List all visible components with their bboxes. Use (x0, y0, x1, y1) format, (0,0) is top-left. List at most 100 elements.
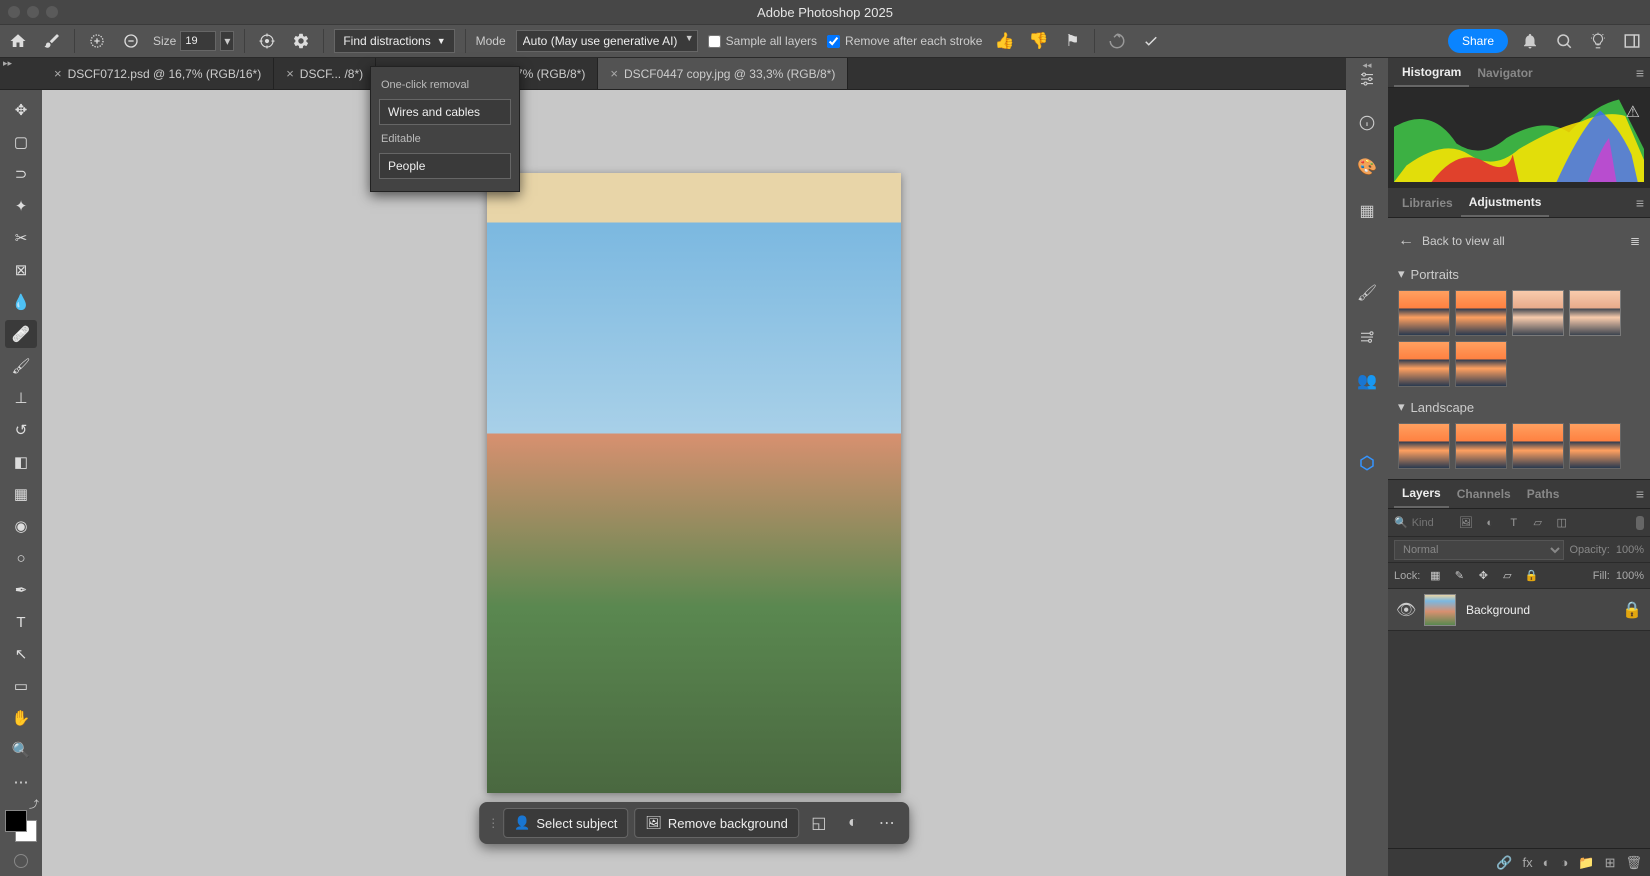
people-option[interactable]: People (379, 153, 511, 179)
crop-tool[interactable]: ✂ (5, 224, 37, 252)
home-icon[interactable] (6, 29, 30, 53)
lightbulb-icon[interactable] (1586, 29, 1610, 53)
document-canvas[interactable] (487, 173, 901, 793)
filter-toggle[interactable] (1636, 516, 1644, 530)
move-tool[interactable]: ✥ (5, 96, 37, 124)
swatches-icon[interactable]: 🎨 (1354, 154, 1380, 180)
frame-tool[interactable]: ⊠ (5, 256, 37, 284)
select-subject-button[interactable]: 👤Select subject (503, 808, 628, 838)
thumbs-down-icon[interactable]: 👎 (1026, 29, 1050, 53)
wires-option[interactable]: Wires and cables (379, 99, 511, 125)
lock-icon[interactable]: 🔒 (1622, 600, 1642, 620)
adjustment-icon[interactable]: ◐ (839, 809, 867, 837)
patterns-icon[interactable]: ▦ (1354, 198, 1380, 224)
hand-tool[interactable]: ✋ (5, 704, 37, 732)
mask-icon[interactable]: ◐ (1543, 855, 1551, 870)
layer-thumb[interactable] (1424, 594, 1456, 626)
lock-paint-icon[interactable]: ✎ (1450, 569, 1468, 582)
filter-pixel-icon[interactable]: 🖼 (1456, 516, 1476, 529)
panel-menu-icon[interactable]: ≡ (1636, 486, 1644, 502)
character-icon[interactable]: 👥 (1354, 368, 1380, 394)
wand-tool[interactable]: ✦ (5, 192, 37, 220)
close-icon[interactable]: × (286, 66, 294, 81)
preset-thumb[interactable] (1455, 423, 1507, 469)
subtract-icon[interactable] (119, 29, 143, 53)
plugin-icon[interactable] (1354, 450, 1380, 476)
eyedropper-tool[interactable]: 💧 (5, 288, 37, 316)
close-icon[interactable]: × (610, 66, 618, 81)
preset-thumb[interactable] (1569, 423, 1621, 469)
panel-menu-icon[interactable]: ≡ (1636, 65, 1644, 81)
mode-select[interactable]: Auto (May use generative AI) (516, 30, 698, 52)
color-swatches[interactable]: ⤴ (5, 810, 37, 842)
workspace-icon[interactable] (1620, 29, 1644, 53)
channels-tab[interactable]: Channels (1449, 480, 1519, 508)
grip-icon[interactable]: ⋮⋮ (487, 821, 497, 825)
eraser-tool[interactable]: ◧ (5, 448, 37, 476)
layers-tab[interactable]: Layers (1394, 480, 1449, 508)
share-button[interactable]: Share (1448, 29, 1508, 53)
sample-all-checkbox[interactable]: Sample all layers (708, 34, 817, 48)
more-tools[interactable]: ⋯ (5, 768, 37, 796)
kind-filter[interactable] (1412, 517, 1452, 529)
size-input[interactable] (180, 31, 216, 51)
properties-icon[interactable] (1354, 324, 1380, 350)
more-icon[interactable]: ⋯ (873, 809, 901, 837)
target-icon[interactable] (255, 29, 279, 53)
filter-type-icon[interactable]: T (1504, 517, 1524, 529)
find-distractions-button[interactable]: Find distractions▼ (334, 29, 454, 53)
paths-tab[interactable]: Paths (1519, 480, 1568, 508)
transform-icon[interactable]: ◱ (805, 809, 833, 837)
stamp-tool[interactable]: ⊥ (5, 384, 37, 412)
thumbs-up-icon[interactable]: 👍 (992, 29, 1016, 53)
remove-after-checkbox[interactable]: Remove after each stroke (827, 34, 982, 48)
tab-0[interactable]: ×DSCF0712.psd @ 16,7% (RGB/16*) (42, 58, 274, 89)
group-icon[interactable]: 📁 (1578, 855, 1594, 871)
path-tool[interactable]: ↖ (5, 640, 37, 668)
collapse-icon[interactable]: ◂◂ (1362, 60, 1371, 71)
lock-position-icon[interactable]: ✥ (1474, 569, 1492, 582)
info-icon[interactable] (1354, 110, 1380, 136)
histogram-tab[interactable]: Histogram (1394, 58, 1469, 87)
preset-thumb[interactable] (1455, 341, 1507, 387)
layer-row[interactable]: 👁 Background 🔒 (1388, 589, 1650, 631)
adjustment-layer-icon[interactable]: ◑ (1561, 855, 1569, 870)
preset-thumb[interactable] (1398, 423, 1450, 469)
bell-icon[interactable] (1518, 29, 1542, 53)
layer-name[interactable]: Background (1466, 603, 1612, 617)
trash-icon[interactable]: 🗑 (1625, 855, 1642, 871)
add-icon[interactable] (85, 29, 109, 53)
panel-menu-icon[interactable]: ≡ (1636, 195, 1644, 211)
lasso-tool[interactable]: ⊃ (5, 160, 37, 188)
back-row[interactable]: ← Back to view all ≣ (1396, 226, 1642, 256)
filter-shape-icon[interactable]: ▱ (1528, 516, 1548, 529)
visibility-icon[interactable]: 👁 (1396, 600, 1414, 620)
undo-icon[interactable] (1105, 29, 1129, 53)
preset-thumb[interactable] (1512, 290, 1564, 336)
gradient-tool[interactable]: ▦ (5, 480, 37, 508)
fx-icon[interactable]: fx (1523, 855, 1533, 870)
lock-artboard-icon[interactable]: ▱ (1498, 569, 1516, 582)
list-view-icon[interactable]: ≣ (1630, 234, 1640, 248)
type-tool[interactable]: T (5, 608, 37, 636)
blur-tool[interactable]: ◉ (5, 512, 37, 540)
link-icon[interactable]: 🔗 (1496, 855, 1512, 871)
pen-tool[interactable]: ✒ (5, 576, 37, 604)
libraries-tab[interactable]: Libraries (1394, 188, 1461, 217)
brush-tool[interactable]: 🖌 (5, 352, 37, 380)
zoom-tool[interactable]: 🔍 (5, 736, 37, 764)
close-icon[interactable]: × (54, 66, 62, 81)
window-controls[interactable] (8, 6, 58, 18)
quickmask-icon[interactable] (14, 854, 28, 868)
search-icon[interactable] (1552, 29, 1576, 53)
preset-thumb[interactable] (1398, 290, 1450, 336)
preset-thumb[interactable] (1569, 290, 1621, 336)
landscape-section[interactable]: ▾Landscape (1396, 389, 1642, 421)
dodge-tool[interactable]: ○ (5, 544, 37, 572)
brush-icon[interactable] (40, 29, 64, 53)
back-arrow-icon[interactable]: ← (1398, 232, 1414, 250)
size-dropdown[interactable]: ▾ (220, 31, 234, 51)
new-layer-icon[interactable]: ⊞ (1605, 855, 1616, 871)
filter-adjust-icon[interactable]: ◐ (1480, 517, 1500, 529)
tab-1[interactable]: ×DSCF... /8*) (274, 58, 376, 89)
